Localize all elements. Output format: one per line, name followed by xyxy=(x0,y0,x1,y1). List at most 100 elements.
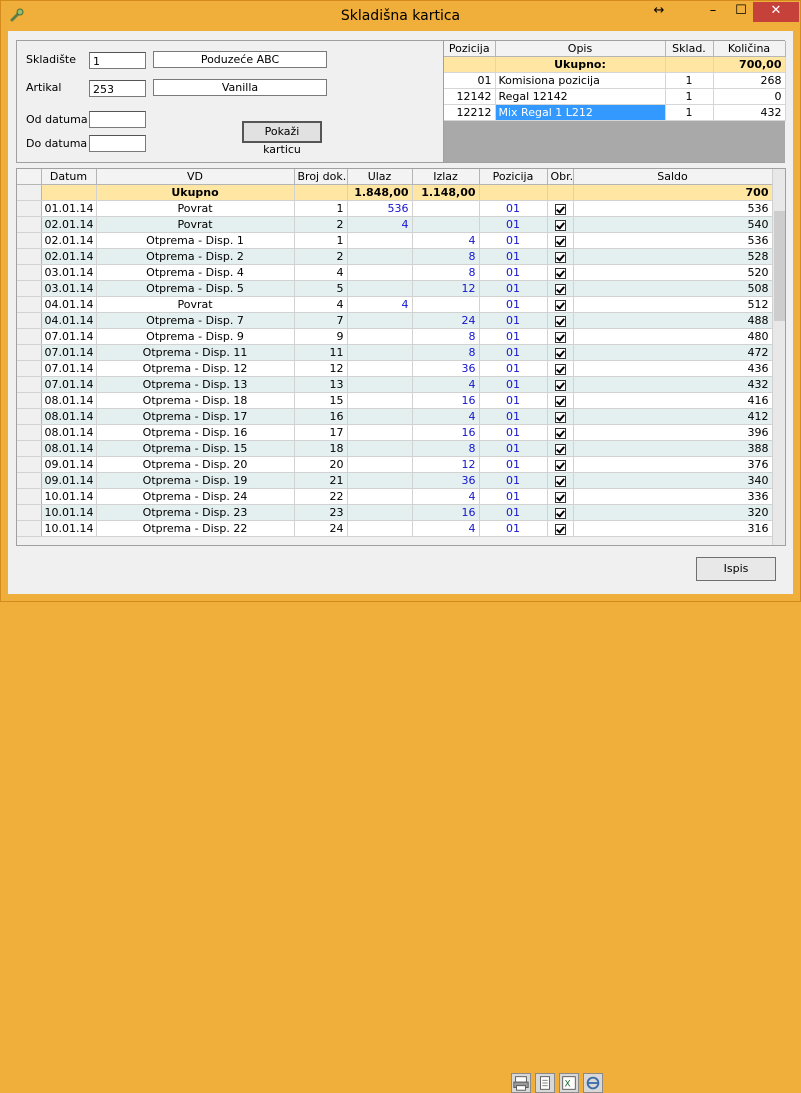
table-row[interactable]: 03.01.14 Otprema - Disp. 4 4 8 01 520 xyxy=(17,264,773,281)
col-header-pozicija[interactable]: Pozicija xyxy=(479,169,548,185)
col-header-sklad[interactable]: Sklad. xyxy=(665,41,714,57)
checkbox-icon[interactable] xyxy=(554,363,566,375)
checkbox-icon[interactable] xyxy=(554,395,566,407)
row-selector[interactable] xyxy=(17,424,42,441)
cell-obr[interactable] xyxy=(547,376,574,393)
table-row[interactable]: 07.01.14 Otprema - Disp. 12 12 36 01 436 xyxy=(17,360,773,377)
row-selector[interactable] xyxy=(17,216,42,233)
cell-obr[interactable] xyxy=(547,440,574,457)
cell-obr[interactable] xyxy=(547,488,574,505)
minimize-icon[interactable]: – xyxy=(699,2,727,22)
row-selector[interactable] xyxy=(17,232,42,249)
col-header-broj-dok[interactable]: Broj dok. xyxy=(294,169,348,185)
skladiste-input[interactable]: 1 xyxy=(89,52,146,69)
table-row[interactable]: 10.01.14 Otprema - Disp. 24 22 4 01 336 xyxy=(17,488,773,505)
checkbox-icon[interactable] xyxy=(554,427,566,439)
cell-obr[interactable] xyxy=(547,504,574,521)
table-row[interactable]: 08.01.14 Otprema - Disp. 17 16 4 01 412 xyxy=(17,408,773,425)
cell-obr[interactable] xyxy=(547,200,574,217)
table-row[interactable]: 10.01.14 Otprema - Disp. 22 24 4 01 316 xyxy=(17,520,773,537)
row-selector[interactable] xyxy=(17,328,42,345)
row-selector[interactable] xyxy=(17,280,42,297)
artikal-input[interactable]: 253 xyxy=(89,80,146,97)
cell-obr[interactable] xyxy=(547,408,574,425)
checkbox-icon[interactable] xyxy=(554,411,566,423)
table-row[interactable]: 09.01.14 Otprema - Disp. 20 20 12 01 376 xyxy=(17,456,773,473)
checkbox-icon[interactable] xyxy=(554,379,566,391)
cell-obr[interactable] xyxy=(547,312,574,329)
cell-obr[interactable] xyxy=(547,328,574,345)
table-row[interactable]: 04.01.14 Otprema - Disp. 7 7 24 01 488 xyxy=(17,312,773,329)
checkbox-icon[interactable] xyxy=(554,251,566,263)
table-row[interactable]: 02.01.14 Povrat 2 4 01 540 xyxy=(17,216,773,233)
excel-icon[interactable]: X xyxy=(559,1073,579,1093)
row-selector[interactable] xyxy=(17,376,42,393)
checkbox-icon[interactable] xyxy=(554,267,566,279)
checkbox-icon[interactable] xyxy=(554,203,566,215)
checkbox-icon[interactable] xyxy=(554,235,566,247)
col-header-saldo[interactable]: Saldo xyxy=(573,169,773,185)
cell-obr[interactable] xyxy=(547,264,574,281)
table-row[interactable]: 08.01.14 Otprema - Disp. 15 18 8 01 388 xyxy=(17,440,773,457)
col-header-vd[interactable]: VD xyxy=(96,169,295,185)
row-selector[interactable] xyxy=(17,392,42,409)
checkbox-icon[interactable] xyxy=(554,299,566,311)
title-bar[interactable]: Skladišna kartica ↔ – ☐ ✕ xyxy=(1,1,800,31)
position-row-selected[interactable]: 12212 Mix Regal 1 L212 1 432 xyxy=(444,104,786,121)
table-row[interactable]: 02.01.14 Otprema - Disp. 1 1 4 01 536 xyxy=(17,232,773,249)
table-row[interactable]: 09.01.14 Otprema - Disp. 19 21 36 01 340 xyxy=(17,472,773,489)
table-row[interactable]: 01.01.14 Povrat 1 536 01 536 xyxy=(17,200,773,217)
row-selector[interactable] xyxy=(17,504,42,521)
row-selector[interactable] xyxy=(17,472,42,489)
checkbox-icon[interactable] xyxy=(554,507,566,519)
scrollbar-thumb[interactable] xyxy=(774,211,785,321)
table-row[interactable]: 08.01.14 Otprema - Disp. 18 15 16 01 416 xyxy=(17,392,773,409)
row-selector[interactable] xyxy=(17,408,42,425)
checkbox-icon[interactable] xyxy=(554,331,566,343)
cell-obr[interactable] xyxy=(547,472,574,489)
do-datuma-input[interactable] xyxy=(89,135,146,152)
checkbox-icon[interactable] xyxy=(554,491,566,503)
checkbox-icon[interactable] xyxy=(554,459,566,471)
checkbox-icon[interactable] xyxy=(554,283,566,295)
position-row[interactable]: 12142 Regal 12142 1 0 xyxy=(444,88,786,105)
row-selector[interactable] xyxy=(17,456,42,473)
maximize-icon[interactable]: ☐ xyxy=(728,2,754,22)
row-selector[interactable] xyxy=(17,488,42,505)
table-row[interactable]: 08.01.14 Otprema - Disp. 16 17 16 01 396 xyxy=(17,424,773,441)
col-header-izlaz[interactable]: Izlaz xyxy=(412,169,480,185)
ispis-button[interactable]: Ispis xyxy=(696,557,776,581)
cell-obr[interactable] xyxy=(547,344,574,361)
row-selector[interactable] xyxy=(17,248,42,265)
od-datuma-input[interactable] xyxy=(89,111,146,128)
cell-obr[interactable] xyxy=(547,360,574,377)
table-row[interactable]: 07.01.14 Otprema - Disp. 13 13 4 01 432 xyxy=(17,376,773,393)
checkbox-icon[interactable] xyxy=(554,443,566,455)
pokazi-karticu-button[interactable]: Pokaži karticu xyxy=(242,121,322,156)
table-row[interactable]: 07.01.14 Otprema - Disp. 11 11 8 01 472 xyxy=(17,344,773,361)
document-icon[interactable] xyxy=(535,1073,555,1093)
cell-obr[interactable] xyxy=(547,296,574,313)
table-row[interactable]: 04.01.14 Povrat 4 4 01 512 xyxy=(17,296,773,313)
table-row[interactable]: 07.01.14 Otprema - Disp. 9 9 8 01 480 xyxy=(17,328,773,345)
cell-obr[interactable] xyxy=(547,280,574,297)
cell-obr[interactable] xyxy=(547,424,574,441)
cell-obr[interactable] xyxy=(547,248,574,265)
printer-icon[interactable] xyxy=(511,1073,531,1093)
table-row[interactable]: 03.01.14 Otprema - Disp. 5 5 12 01 508 xyxy=(17,280,773,297)
cell-obr[interactable] xyxy=(547,232,574,249)
checkbox-icon[interactable] xyxy=(554,475,566,487)
position-row[interactable]: 01 Komisiona pozicija 1 268 xyxy=(444,72,786,89)
table-row[interactable]: 02.01.14 Otprema - Disp. 2 2 8 01 528 xyxy=(17,248,773,265)
row-selector[interactable] xyxy=(17,344,42,361)
cell-obr[interactable] xyxy=(547,520,574,537)
cell-obr[interactable] xyxy=(547,392,574,409)
checkbox-icon[interactable] xyxy=(554,347,566,359)
col-header-opis[interactable]: Opis xyxy=(495,41,666,57)
row-selector[interactable] xyxy=(17,520,42,537)
col-header-ulaz[interactable]: Ulaz xyxy=(347,169,413,185)
col-header-kolicina[interactable]: Količina xyxy=(713,41,786,57)
checkbox-icon[interactable] xyxy=(554,219,566,231)
row-selector[interactable] xyxy=(17,296,42,313)
row-selector[interactable] xyxy=(17,200,42,217)
